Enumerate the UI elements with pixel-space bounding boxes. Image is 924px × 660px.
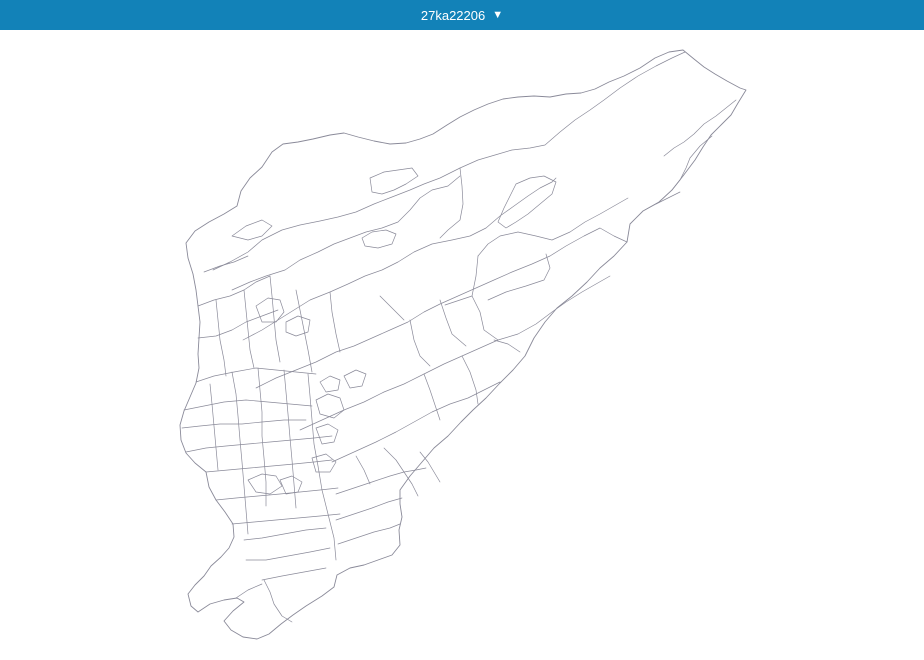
triangle-down-icon: ▼	[492, 9, 504, 21]
region-outline	[179, 49, 747, 640]
area-code-dropdown[interactable]: 27ka22206 ▼	[0, 0, 924, 30]
boundary-map[interactable]	[0, 30, 924, 660]
boundary-map-svg	[179, 49, 747, 640]
area-code-label: 27ka22206	[420, 7, 486, 23]
